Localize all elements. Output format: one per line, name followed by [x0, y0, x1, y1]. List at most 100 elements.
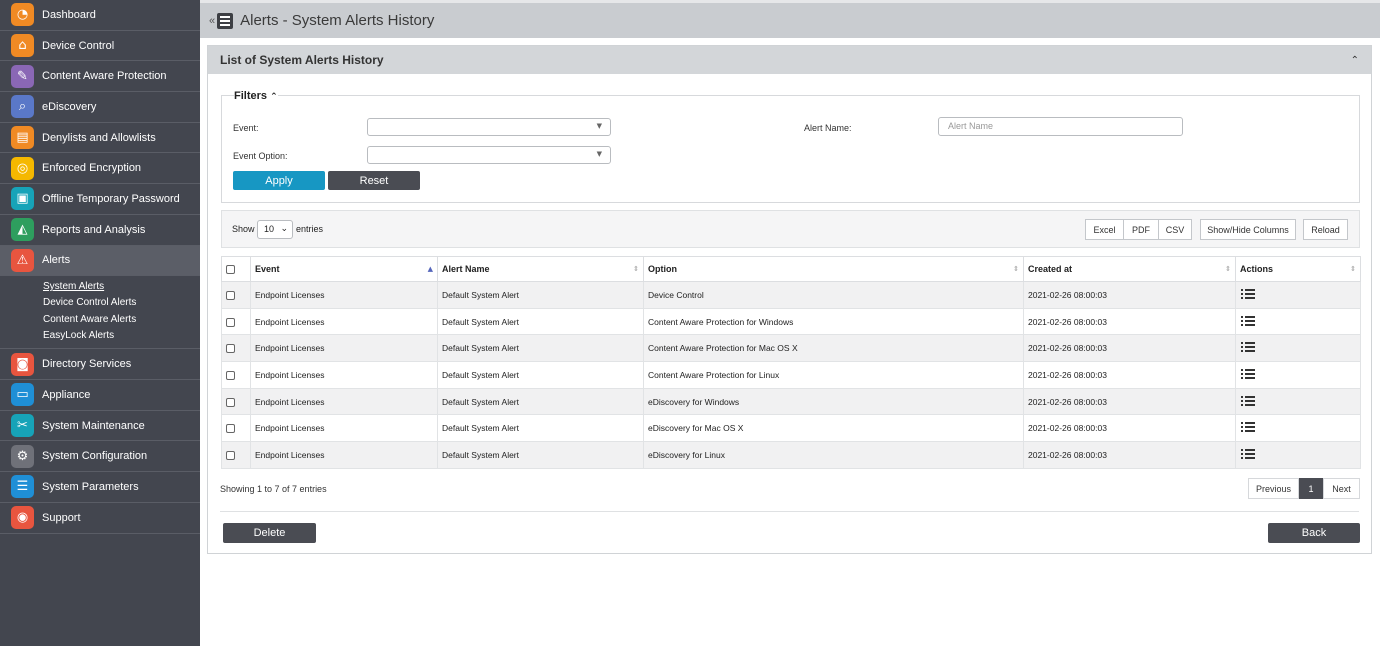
chevron-up-icon: ⌃ [270, 92, 278, 102]
alerts-table: Event ▲ Alert Name ⇕ Option ⇕ Created at ⇕ A… [221, 256, 1361, 469]
entries-length-select[interactable]: 10 ⌄ [257, 220, 293, 239]
reload-button[interactable]: Reload [1303, 219, 1348, 240]
maintenance-icon: ✂ [11, 414, 34, 438]
collapse-panel-icon[interactable]: ⌃ [1351, 55, 1359, 66]
export-pdf-button[interactable]: PDF [1123, 219, 1159, 240]
sidebar-item-label: Device Control [42, 39, 115, 52]
column-header-event[interactable]: Event ▲ [250, 256, 438, 282]
sidebar-item-label: System Configuration [42, 450, 148, 463]
sidebar-item-directory-services[interactable]: ◙ Directory Services [0, 349, 200, 381]
sidebar-item-system-configuration[interactable]: ⚙ System Configuration [0, 441, 200, 473]
cell-option: Content Aware Protection for Windows [643, 307, 1024, 336]
device-control-icon: ⌂ [11, 34, 34, 58]
table-header-row: Event ▲ Alert Name ⇕ Option ⇕ Created at ⇕ A… [221, 256, 1361, 282]
cell-option: Content Aware Protection for Mac OS X [643, 334, 1024, 363]
sidebar-item-label: Offline Temporary Password [42, 192, 180, 205]
cell-option: Content Aware Protection for Linux [643, 361, 1024, 389]
table-row: Endpoint Licenses Default System Alert Dev… [221, 281, 1361, 309]
cell-event: Endpoint Licenses [250, 334, 438, 363]
list-icon[interactable] [1241, 422, 1255, 433]
column-header-label: Option [648, 264, 677, 274]
event-option-select[interactable]: ▼ [367, 146, 611, 164]
row-checkbox[interactable] [226, 344, 235, 354]
export-excel-button[interactable]: Excel [1085, 219, 1124, 240]
column-header-label: Event [255, 264, 280, 274]
filters-box: Filters ⌃ Event: ▼ Event Option: ▼ Alert… [221, 90, 1360, 203]
panel-title: List of System Alerts History [220, 53, 384, 67]
sidebar-item-offline-temporary-password[interactable]: ▣ Offline Temporary Password [0, 184, 200, 215]
list-icon[interactable] [1241, 315, 1255, 326]
list-icon[interactable] [1241, 395, 1255, 406]
row-checkbox[interactable] [226, 424, 235, 434]
sidebar-item-alerts[interactable]: ⚠ Alerts [0, 245, 200, 277]
cell-event: Endpoint Licenses [250, 307, 438, 336]
table-row: Endpoint Licenses Default System Alert eDi… [221, 387, 1361, 416]
list-icon[interactable] [1241, 288, 1255, 299]
sort-icon: ⇕ [1013, 265, 1019, 273]
filters-toggle[interactable]: Filters ⌃ [234, 90, 278, 102]
subnav-system-alerts[interactable]: System Alerts [43, 279, 200, 295]
sidebar-item-system-maintenance[interactable]: ✂ System Maintenance [0, 411, 200, 442]
sidebar-item-system-parameters[interactable]: ☰ System Parameters [0, 472, 200, 503]
subnav-content-aware-alerts[interactable]: Content Aware Alerts [43, 312, 200, 328]
sidebar-item-label: Content Aware Protection [42, 70, 167, 83]
list-icon[interactable] [1241, 448, 1255, 459]
sidebar-item-label: Enforced Encryption [42, 162, 142, 175]
chevron-down-icon: ▼ [596, 150, 602, 158]
show-hide-columns-button[interactable]: Show/Hide Columns [1200, 219, 1296, 240]
delete-button[interactable]: Delete [223, 523, 316, 543]
reports-icon: ◭ [11, 218, 34, 242]
subnav-device-control-alerts[interactable]: Device Control Alerts [43, 295, 200, 311]
event-label: Event: [233, 123, 259, 133]
column-header-alert-name[interactable]: Alert Name ⇕ [437, 256, 644, 282]
row-checkbox[interactable] [226, 371, 235, 381]
sidebar-item-content-aware-protection[interactable]: ✎ Content Aware Protection [0, 61, 200, 93]
entries-label: entries [296, 224, 324, 234]
export-csv-button[interactable]: CSV [1158, 219, 1192, 240]
reset-button[interactable]: Reset [328, 171, 420, 190]
sidebar-item-label: System Parameters [42, 480, 139, 493]
back-button[interactable]: Back [1268, 523, 1360, 543]
sidebar-item-dashboard[interactable]: ◔ Dashboard [0, 0, 200, 31]
sidebar-item-device-control[interactable]: ⌂ Device Control [0, 31, 200, 62]
column-header-option[interactable]: Option ⇕ [643, 256, 1024, 282]
list-icon[interactable] [1241, 342, 1255, 353]
sidebar-item-denylists-and-allowlists[interactable]: ▤ Denylists and Allowlists [0, 123, 200, 154]
subnav-easylock-alerts[interactable]: EasyLock Alerts [43, 328, 200, 344]
row-checkbox[interactable] [226, 397, 235, 407]
next-page-button[interactable]: Next [1323, 478, 1360, 499]
table-row: Endpoint Licenses Default System Alert Con… [221, 334, 1361, 363]
alert-name-input[interactable]: Alert Name [938, 117, 1183, 136]
select-all-checkbox[interactable] [226, 265, 235, 275]
sidebar-item-enforced-encryption[interactable]: ◎ Enforced Encryption [0, 153, 200, 185]
cell-created-at: 2021-02-26 08:00:03 [1023, 307, 1236, 336]
cell-alert-name: Default System Alert [437, 334, 644, 363]
menu-icon[interactable] [217, 12, 234, 29]
cell-created-at: 2021-02-26 08:00:03 [1023, 361, 1236, 389]
panel-header: List of System Alerts History ⌃ [208, 46, 1371, 74]
apply-button[interactable]: Apply [233, 171, 325, 190]
previous-page-button[interactable]: Previous [1248, 478, 1299, 499]
sidebar-item-ediscovery[interactable]: ⌕ eDiscovery [0, 92, 200, 123]
event-select[interactable]: ▼ [367, 118, 611, 136]
list-icon[interactable] [1241, 368, 1255, 379]
sidebar-item-support[interactable]: ◉ Support [0, 503, 200, 534]
sidebar-item-reports-and-analysis[interactable]: ◭ Reports and Analysis [0, 215, 200, 246]
sidebar-item-label: Appliance [42, 388, 91, 401]
table-toolbar: Show 10 ⌄ entries Excel PDF CSV Show/Hide… [221, 210, 1360, 248]
row-checkbox[interactable] [226, 290, 235, 300]
row-checkbox[interactable] [226, 317, 235, 327]
collapse-sidebar-button[interactable]: « [209, 15, 215, 27]
directory-icon: ◙ [11, 352, 34, 376]
page-1-button[interactable]: 1 [1299, 478, 1323, 499]
password-icon: ▣ [11, 187, 34, 211]
cell-alert-name: Default System Alert [437, 281, 644, 309]
column-header-actions[interactable]: Actions ⇕ [1235, 256, 1361, 282]
sidebar-item-appliance[interactable]: ▭ Appliance [0, 380, 200, 411]
row-checkbox[interactable] [226, 451, 235, 461]
dashboard-icon: ◔ [11, 3, 34, 27]
filters-title: Filters [234, 90, 268, 102]
alert-icon: ⚠ [11, 248, 34, 272]
cell-option: eDiscovery for Mac OS X [643, 414, 1024, 443]
column-header-created-at[interactable]: Created at ⇕ [1023, 256, 1236, 282]
